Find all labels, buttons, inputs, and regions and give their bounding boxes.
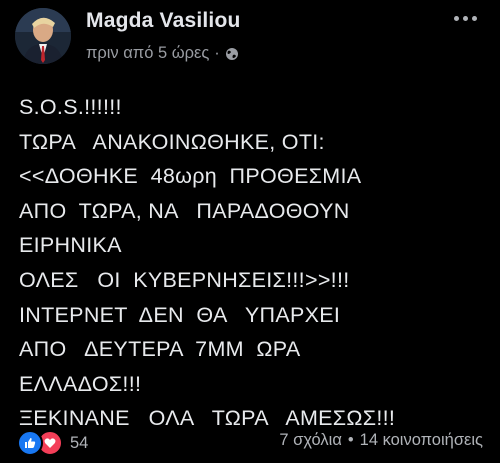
post-stats: 7 σχόλια • 14 κοινοποιήσεις	[279, 431, 483, 450]
stats-dot: •	[347, 431, 354, 449]
globe-icon	[225, 47, 239, 61]
comments-link[interactable]: 7 σχόλια	[279, 431, 341, 450]
post-line: ΟΛΕΣ ΟΙ ΚΥΒΕΡΝΗΣΕΙΣ!!!>>!!!	[19, 267, 350, 292]
avatar[interactable]	[15, 8, 71, 64]
more-options-icon[interactable]	[454, 12, 478, 24]
post-line: ΑΠΟ ΔΕΥΤΕΡΑ 7ΜΜ ΩΡΑ	[19, 337, 301, 362]
post-line: ΑΠΟ ΤΩΡΑ, ΝΑ ΠΑΡΑΔΟΘΟΥΝ	[19, 198, 350, 223]
reaction-count: 54	[70, 433, 89, 452]
meta-separator: ·	[214, 44, 220, 62]
post-time[interactable]: πριν από 5 ώρες	[86, 44, 209, 63]
post-footer: 54 7 σχόλια • 14 κοινοποιήσεις	[0, 418, 500, 458]
author-name[interactable]: Magda Vasiliou	[86, 9, 241, 33]
post-text: S.O.S.!!!!!! ΤΩΡΑ ΑΝΑΚΟΙΝΩΘΗΚΕ, ΟΤΙ: <<Δ…	[19, 90, 489, 436]
reactions-summary[interactable]: 54	[17, 430, 88, 456]
post-line: ΕΙΡΗΝΙΚΑ	[19, 233, 122, 258]
post-line: <<ΔΟΘΗΚΕ 48ωρη ΠΡΟΘΕΣΜΙΑ	[19, 164, 362, 189]
post-line: ΤΩΡΑ ΑΝΑΚΟΙΝΩΘΗΚΕ, ΟΤΙ:	[19, 129, 325, 154]
post-header: Magda Vasiliou πριν από 5 ώρες ·	[0, 0, 500, 78]
like-icon	[17, 430, 43, 456]
post-line: ΕΛΛΑΔΟΣ!!!	[19, 371, 142, 396]
post-line: S.O.S.!!!!!!	[19, 95, 122, 119]
post-meta: πριν από 5 ώρες ·	[86, 44, 239, 63]
post-line: ΙΝΤΕΡΝΕΤ ΔΕΝ ΘΑ ΥΠΑΡΧΕΙ	[19, 302, 341, 327]
shares-link[interactable]: 14 κοινοποιήσεις	[360, 431, 483, 450]
